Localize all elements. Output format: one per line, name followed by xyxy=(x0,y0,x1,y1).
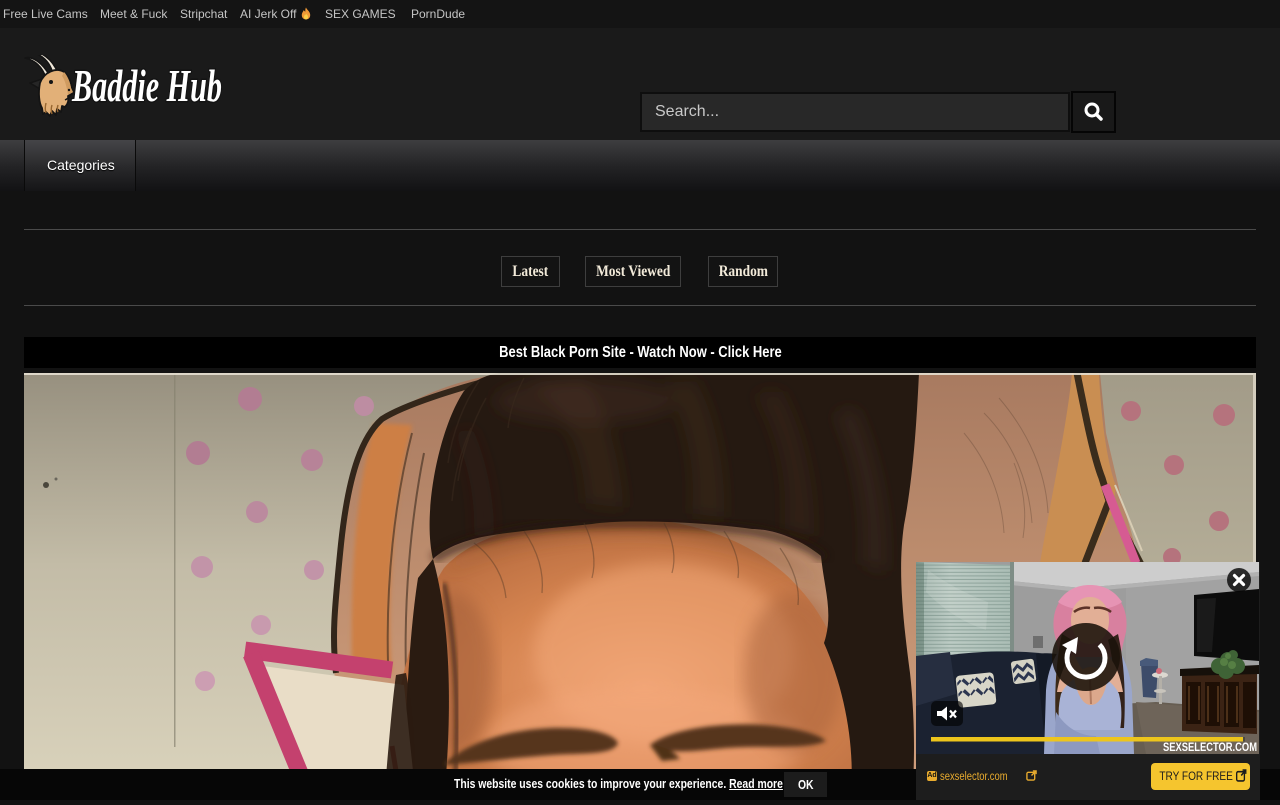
svg-text:SEXSELECTOR.COM: SEXSELECTOR.COM xyxy=(1163,740,1257,754)
svg-text:Baddie Hub: Baddie Hub xyxy=(71,60,222,111)
